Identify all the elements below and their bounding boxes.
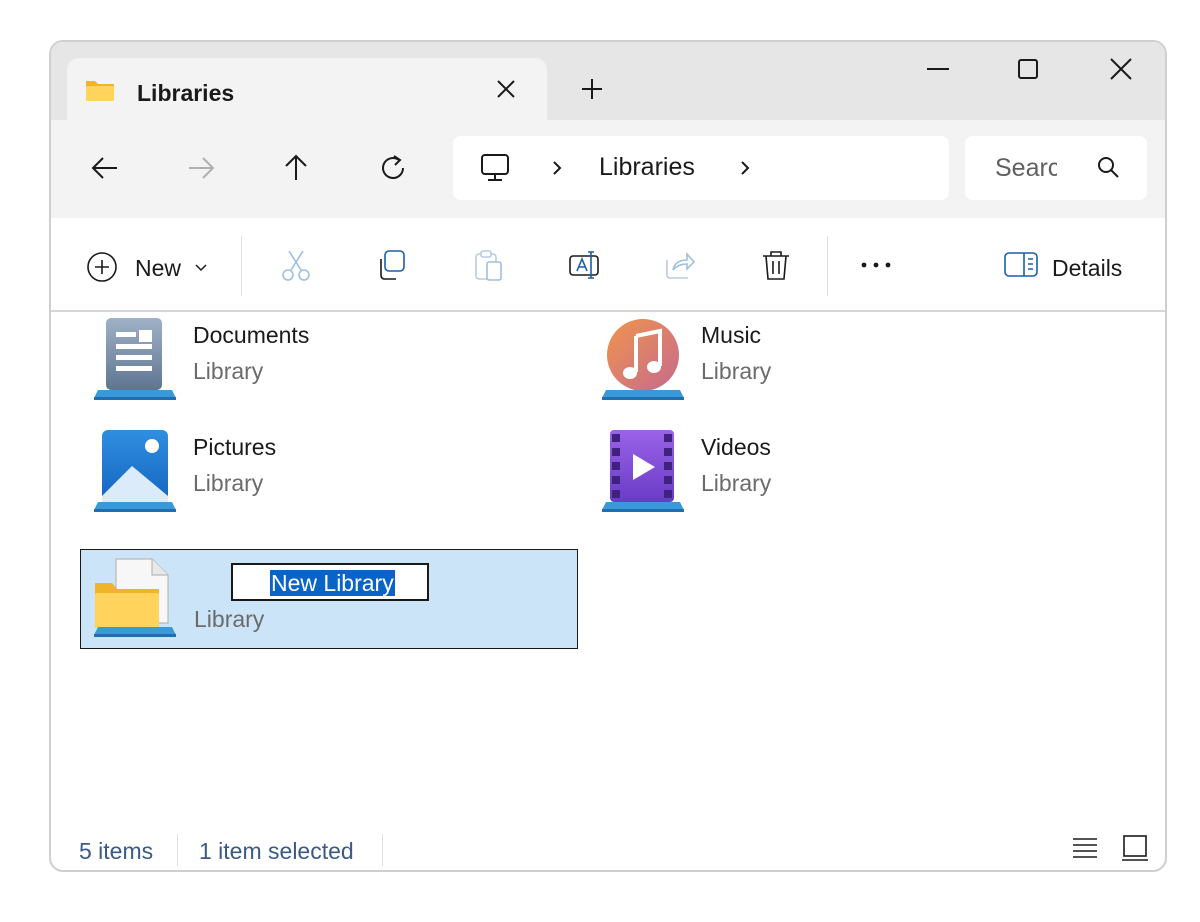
minimize-icon[interactable] <box>918 54 958 84</box>
file-list: Documents Library Music Library Pictures… <box>51 310 1165 834</box>
refresh-icon[interactable] <box>375 150 411 186</box>
status-separator <box>382 834 383 866</box>
rename-input-selected-text[interactable]: New Library <box>270 570 395 596</box>
item-name: Music <box>701 322 762 348</box>
tab-title: Libraries <box>137 80 235 106</box>
close-tab-icon[interactable] <box>491 74 521 104</box>
up-arrow-icon[interactable] <box>278 150 314 186</box>
toolbar-separator <box>827 236 828 296</box>
breadcrumb-libraries[interactable]: Libraries <box>599 153 695 182</box>
details-button[interactable]: Details <box>1052 255 1122 282</box>
tab-libraries[interactable]: Libraries <box>67 58 547 120</box>
copy-icon[interactable] <box>375 248 409 282</box>
back-arrow-icon[interactable] <box>87 150 123 186</box>
videos-library-icon <box>602 430 684 512</box>
list-item-documents[interactable]: Documents Library <box>80 314 578 414</box>
maximize-icon[interactable] <box>1008 54 1048 84</box>
toolbar-separator <box>241 236 242 296</box>
chevron-right-icon[interactable] <box>545 156 569 180</box>
search-icon[interactable] <box>1095 154 1121 180</box>
pictures-library-icon <box>94 430 176 512</box>
delete-icon[interactable] <box>759 248 793 282</box>
rename-input[interactable]: New Library <box>231 563 429 601</box>
item-type: Library <box>193 358 264 384</box>
share-icon <box>666 251 696 279</box>
navigation-bar: Libraries Search <box>51 120 1165 220</box>
item-type: Library <box>193 470 264 496</box>
item-name: Videos <box>701 434 771 460</box>
list-item-new-library[interactable]: New Library Library <box>80 549 578 649</box>
status-bar: 5 items 1 item selected <box>51 834 1165 870</box>
folder-icon <box>86 81 114 101</box>
new-button[interactable]: New <box>135 255 181 282</box>
paste-icon <box>475 250 502 281</box>
documents-library-icon <box>94 318 176 400</box>
computer-icon[interactable] <box>477 150 513 186</box>
selection-count: 1 item selected <box>199 838 354 864</box>
item-type: Library <box>701 470 772 496</box>
chevron-right-icon[interactable] <box>733 156 757 180</box>
tiles-view-icon[interactable] <box>1121 834 1149 862</box>
item-count: 5 items <box>79 838 154 864</box>
chevron-down-icon[interactable] <box>194 261 208 275</box>
details-view-icon[interactable] <box>1071 834 1099 862</box>
item-type: Library <box>701 358 772 384</box>
list-item-videos[interactable]: Videos Library <box>588 426 1086 526</box>
search-input[interactable]: Search <box>995 154 1057 183</box>
item-type: Library <box>194 606 265 632</box>
list-item-music[interactable]: Music Library <box>588 314 1086 414</box>
music-library-icon <box>602 319 684 400</box>
new-library-icon <box>94 558 176 637</box>
plus-circle-icon[interactable] <box>85 250 119 284</box>
details-pane-icon[interactable] <box>1003 248 1039 282</box>
new-tab-icon[interactable] <box>577 74 607 104</box>
item-name: Documents <box>193 322 310 348</box>
item-name: Pictures <box>193 434 277 460</box>
address-bar[interactable]: Libraries <box>453 136 949 200</box>
title-bar: Libraries <box>51 42 1165 120</box>
close-window-icon[interactable] <box>1101 54 1141 84</box>
forward-arrow-icon <box>189 157 215 179</box>
list-item-pictures[interactable]: Pictures Library <box>80 426 578 526</box>
more-options-icon[interactable] <box>859 248 893 282</box>
status-separator <box>177 834 178 866</box>
command-bar: New Details <box>51 218 1165 312</box>
file-explorer-window: Libraries Libraries Sear New Details Doc… <box>49 40 1167 872</box>
search-box[interactable]: Search <box>965 136 1147 200</box>
rename-icon[interactable] <box>567 248 601 282</box>
cut-icon <box>282 250 310 281</box>
